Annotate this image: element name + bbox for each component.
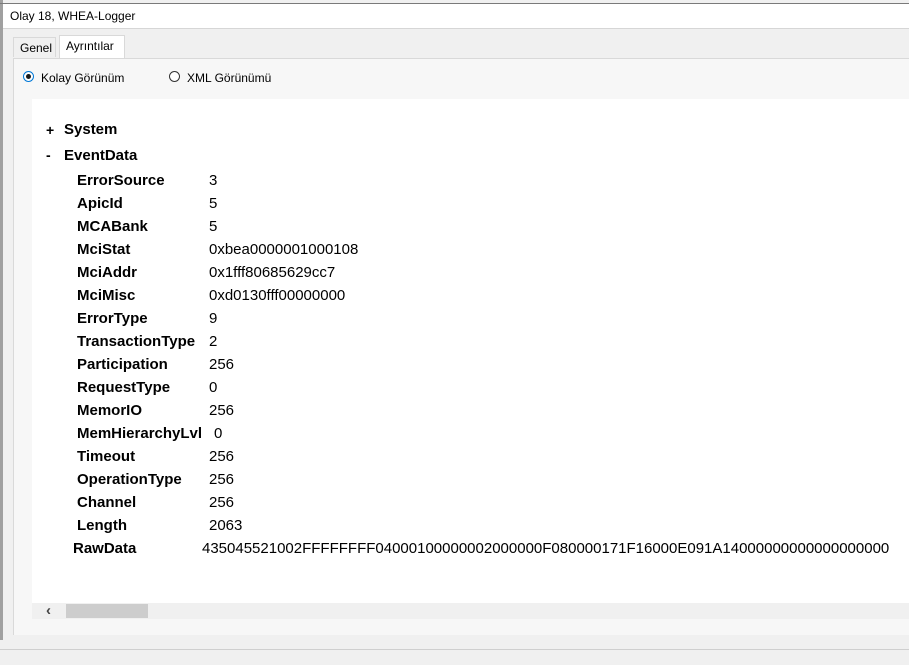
field-key-participation: Participation (77, 356, 168, 373)
field-value-mcimisc: 0xd0130fff00000000 (209, 287, 346, 304)
field-key-requesttype: RequestType (77, 379, 171, 396)
field-value-memorio: 256 (209, 402, 235, 419)
field-value-channel: 256 (209, 494, 235, 511)
field-value-requesttype: 0 (209, 379, 218, 396)
window-titlebar: Olay 18, WHEA-Logger (3, 4, 909, 29)
status-separator (0, 649, 909, 650)
field-key-transactiontype: TransactionType (77, 333, 196, 350)
xml-view-label: XML Görünümü (187, 71, 272, 85)
event-details-view: + System - EventData ErrorSource 3 ApicId 5… (32, 99, 909, 603)
field-key-length: Length (77, 517, 127, 534)
field-value-mcistat: 0xbea0000001000108 (209, 241, 359, 258)
radio-unselected-icon (169, 71, 180, 82)
scroll-left-arrow-icon[interactable]: ‹ (46, 602, 51, 619)
field-value-errorsource: 3 (209, 172, 218, 189)
field-key-channel: Channel (77, 494, 137, 511)
field-value-memhierarchylvl: 0 (214, 425, 223, 442)
field-key-errortype: ErrorType (77, 310, 148, 327)
field-key-memorio: MemorIO (77, 402, 143, 419)
eventdata-collapse-toggle[interactable]: - (46, 147, 51, 163)
window-title: Olay 18, WHEA-Logger (10, 9, 136, 23)
system-expand-toggle[interactable]: + (46, 122, 54, 138)
window-left-edge (0, 0, 3, 640)
system-node-label[interactable]: System (64, 121, 117, 138)
field-key-mcabank: MCABank (77, 218, 148, 235)
radio-selected-icon (23, 71, 34, 82)
field-value-mcabank: 5 (209, 218, 218, 235)
horizontal-scrollbar[interactable]: ‹ (32, 602, 909, 619)
field-key-apicid: ApicId (77, 195, 123, 212)
field-value-timeout: 256 (209, 448, 235, 465)
field-key-mcistat: MciStat (77, 241, 131, 258)
scroll-thumb[interactable] (66, 604, 148, 618)
rawdata-value: 435045521002FFFFFFFF04000100000002000000… (202, 540, 890, 557)
field-value-transactiontype: 2 (209, 333, 218, 350)
field-value-mciaddr: 0x1fff80685629cc7 (209, 264, 336, 281)
rawdata-key: RawData (73, 540, 137, 557)
field-value-participation: 256 (209, 356, 235, 373)
tab-ayrintilar[interactable]: Ayrıntılar (59, 35, 125, 58)
field-key-mcimisc: MciMisc (77, 287, 136, 304)
field-key-memhierarchylvl: MemHierarchyLvl (77, 425, 203, 442)
field-value-apicid: 5 (209, 195, 218, 212)
friendly-view-label: Kolay Görünüm (41, 71, 125, 85)
tab-genel[interactable]: Genel (13, 37, 56, 57)
field-value-operationtype: 256 (209, 471, 235, 488)
eventdata-node-label[interactable]: EventData (64, 147, 137, 164)
field-key-mciaddr: MciAddr (77, 264, 137, 281)
field-value-length: 2063 (209, 517, 243, 534)
field-value-errortype: 9 (209, 310, 218, 327)
field-key-timeout: Timeout (77, 448, 136, 465)
field-key-operationtype: OperationType (77, 471, 182, 488)
details-panel: Kolay Görünüm XML Görünümü + System - Ev… (13, 58, 909, 635)
field-key-errorsource: ErrorSource (77, 172, 165, 189)
